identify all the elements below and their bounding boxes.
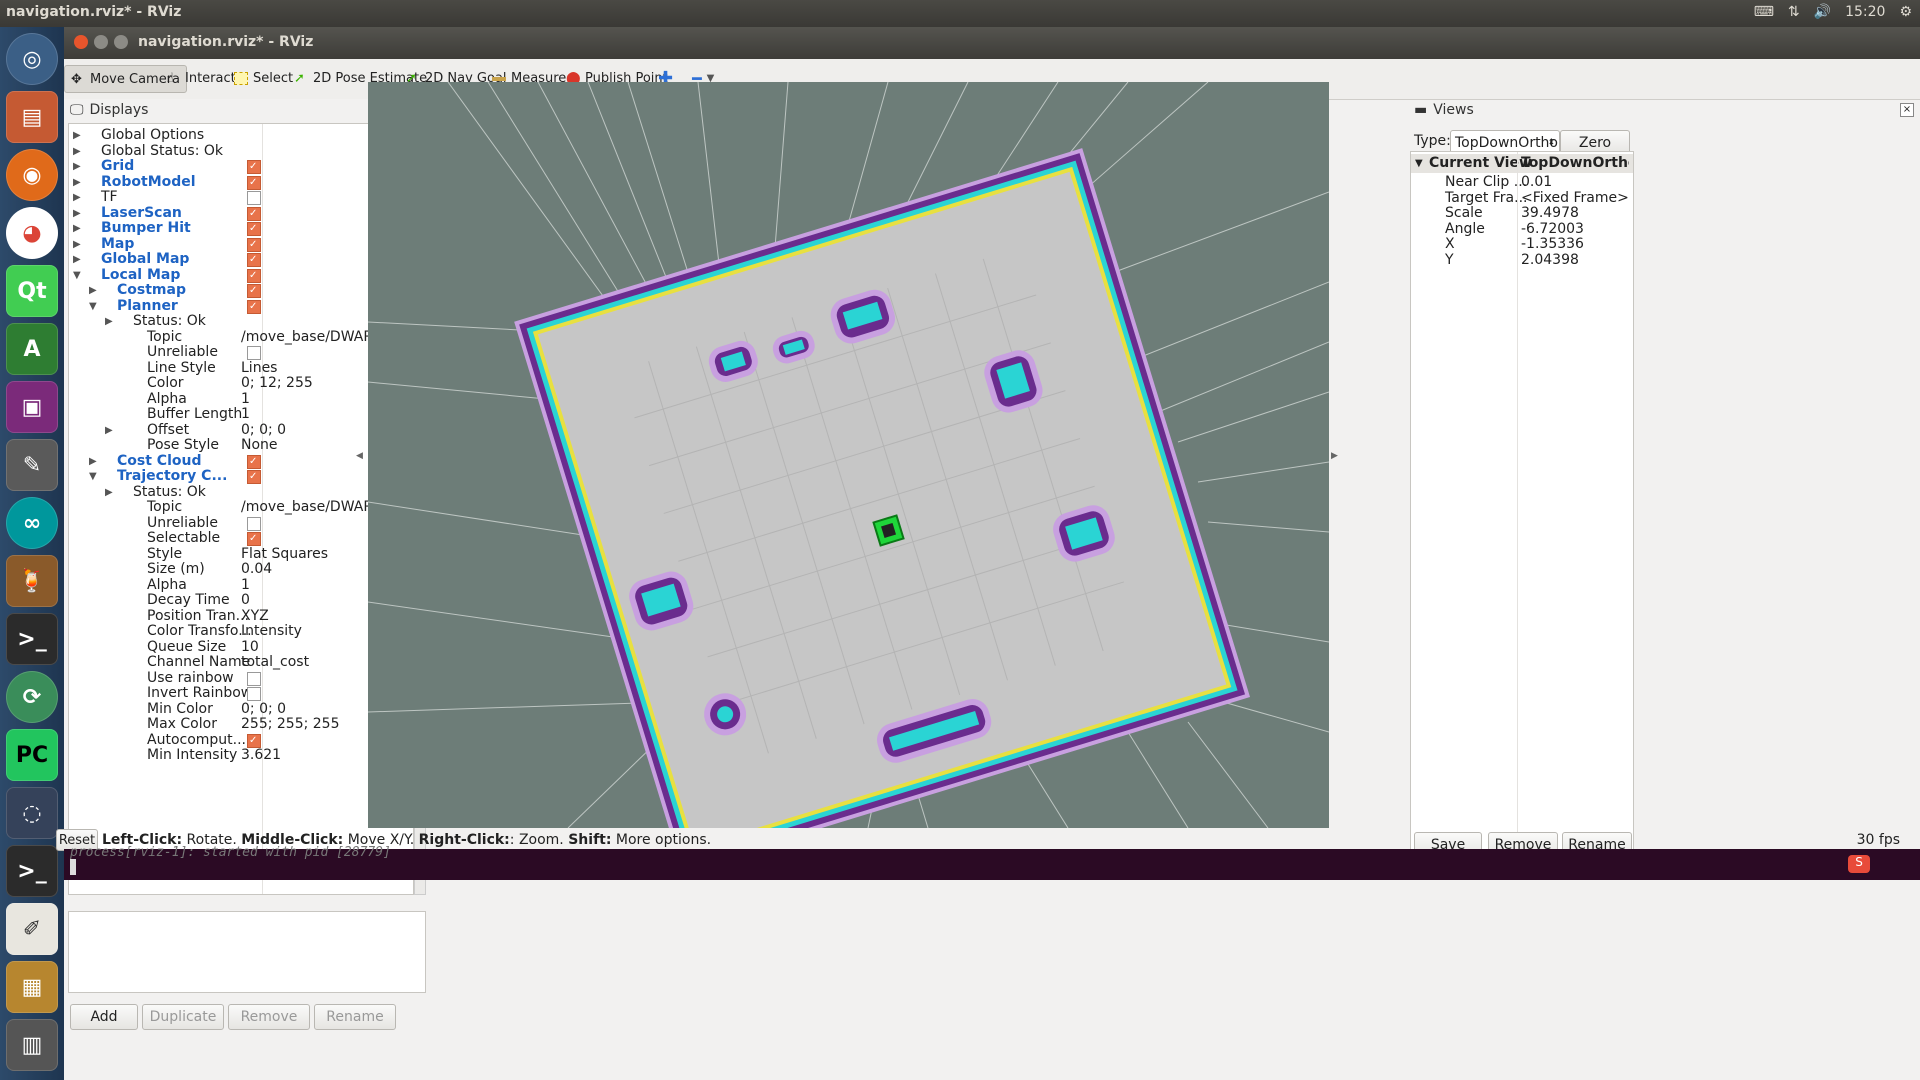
network-icon[interactable]: ⇅ xyxy=(1788,4,1800,20)
arduino-icon[interactable]: ∞ xyxy=(6,497,58,549)
views-properties: ▼ Current View TopDownOrtho ... Near Cli… xyxy=(1410,151,1634,855)
remove-button[interactable]: Remove xyxy=(228,1004,310,1030)
gear-icon[interactable]: ⚙ xyxy=(1899,4,1912,20)
terminal-icon[interactable]: >_ xyxy=(6,613,58,665)
keyboard-icon[interactable]: ⌨ xyxy=(1754,4,1774,20)
column-divider xyxy=(1517,152,1518,852)
right-click-text: : Zoom. xyxy=(509,832,569,848)
hand-icon: ☝ xyxy=(166,71,174,86)
minimize-icon[interactable] xyxy=(94,35,108,49)
collapse-left-icon[interactable]: ◀ xyxy=(356,451,363,461)
trash-icon[interactable]: ▥ xyxy=(6,1019,58,1071)
files-icon[interactable]: ▤ xyxy=(6,91,58,143)
drinks-icon[interactable]: 🍹 xyxy=(6,555,58,607)
terminal-output: process[rviz-1]: started with pid [28779… xyxy=(70,845,391,860)
text-editor-icon[interactable]: ✐ xyxy=(6,903,58,955)
terminal-icon[interactable]: >_ xyxy=(6,845,58,897)
ubuntu-logo-icon[interactable]: ◎ xyxy=(6,33,58,85)
shift-key: Shift: xyxy=(568,832,612,848)
move-camera-icon: ✥ xyxy=(71,72,82,87)
views-title: Views xyxy=(1433,102,1474,118)
maximize-icon[interactable] xyxy=(114,35,128,49)
views-header: ▬ Views xyxy=(1410,99,1920,121)
terminal-cursor xyxy=(70,859,76,875)
map-render xyxy=(368,82,1329,828)
close-icon[interactable]: × xyxy=(1900,103,1914,117)
description-area xyxy=(68,911,426,993)
chrome-icon[interactable]: ◕ xyxy=(6,207,58,259)
fps-counter: 30 fps xyxy=(1856,832,1900,848)
active-app-title: navigation.rviz* - RViz xyxy=(6,4,182,20)
pycharm-icon[interactable]: PC xyxy=(6,729,58,781)
tree-row[interactable]: Min Intensity 3.621 xyxy=(69,746,413,765)
right-click-key: Right-Click: xyxy=(418,832,510,848)
views-panel: ▬ Views × Type: TopDownOrtho ⬍ Zero ▼ Cu… xyxy=(1410,99,1920,859)
current-view-row[interactable]: ▼ Current View TopDownOrtho ... xyxy=(1411,154,1633,173)
current-view-type: TopDownOrtho ... xyxy=(1521,155,1629,171)
app-icon[interactable]: ◌ xyxy=(6,787,58,839)
row-name: Min Intensity xyxy=(147,747,238,763)
update-icon[interactable]: ⟳ xyxy=(6,671,58,723)
window-titlebar: navigation.rviz* - RViz xyxy=(64,27,1920,59)
shift-text: More options. xyxy=(611,832,712,848)
firefox-icon[interactable]: ◉ xyxy=(6,149,58,201)
close-icon[interactable] xyxy=(74,35,88,49)
archive-icon[interactable]: ▦ xyxy=(6,961,58,1013)
gimp-icon[interactable]: ✎ xyxy=(6,439,58,491)
view-type-value: TopDownOrtho xyxy=(1455,135,1558,151)
type-label: Type: xyxy=(1414,133,1451,149)
camera-icon: ▬ xyxy=(1414,102,1428,118)
system-tray: ⌨ ⇅ 🔊 15:20 ⚙ xyxy=(1754,4,1912,20)
qt-creator-icon[interactable]: Qt xyxy=(6,265,58,317)
volume-icon[interactable]: 🔊 xyxy=(1814,4,1831,20)
spinner-icon: ⬍ xyxy=(1547,138,1555,148)
launcher: ◎ ▤ ◉ ◕ Qt A ▣ ✎ ∞ 🍹 >_ ⟳ PC ◌ >_ ✐ ▦ ▥ xyxy=(0,27,64,1080)
monitor-icon: 🖵 xyxy=(70,102,84,118)
android-studio-icon[interactable]: A xyxy=(6,323,58,375)
system-top-bar: navigation.rviz* - RViz ⌨ ⇅ 🔊 15:20 ⚙ xyxy=(0,0,1920,27)
background-terminal: process[rviz-1]: started with pid [28779… xyxy=(64,845,1920,880)
window-title: navigation.rviz* - RViz xyxy=(138,34,314,50)
clock[interactable]: 15:20 xyxy=(1845,4,1885,20)
duplicate-button[interactable]: Duplicate xyxy=(142,1004,224,1030)
displays-tree: ▶Global Options▶Global Status: Ok▶Grid▶R… xyxy=(68,123,414,895)
collapse-right-icon[interactable]: ▶ xyxy=(1331,451,1338,461)
green-arrow-icon: ➚ xyxy=(294,71,305,86)
view-prop-row[interactable]: Y 2.04398 xyxy=(1411,251,1633,270)
rename-button[interactable]: Rename xyxy=(314,1004,396,1030)
displays-title: Displays xyxy=(89,102,149,118)
select-icon xyxy=(234,71,248,85)
3d-view[interactable] xyxy=(368,82,1329,828)
prop-key: Y xyxy=(1445,251,1454,268)
input-method-icon[interactable]: S xyxy=(1848,855,1870,873)
add-button[interactable]: Add xyxy=(70,1004,138,1030)
video-icon[interactable]: ▣ xyxy=(6,381,58,433)
expand-arrow-icon[interactable]: ▼ xyxy=(1415,154,1423,173)
prop-value[interactable]: 2.04398 xyxy=(1521,251,1629,270)
